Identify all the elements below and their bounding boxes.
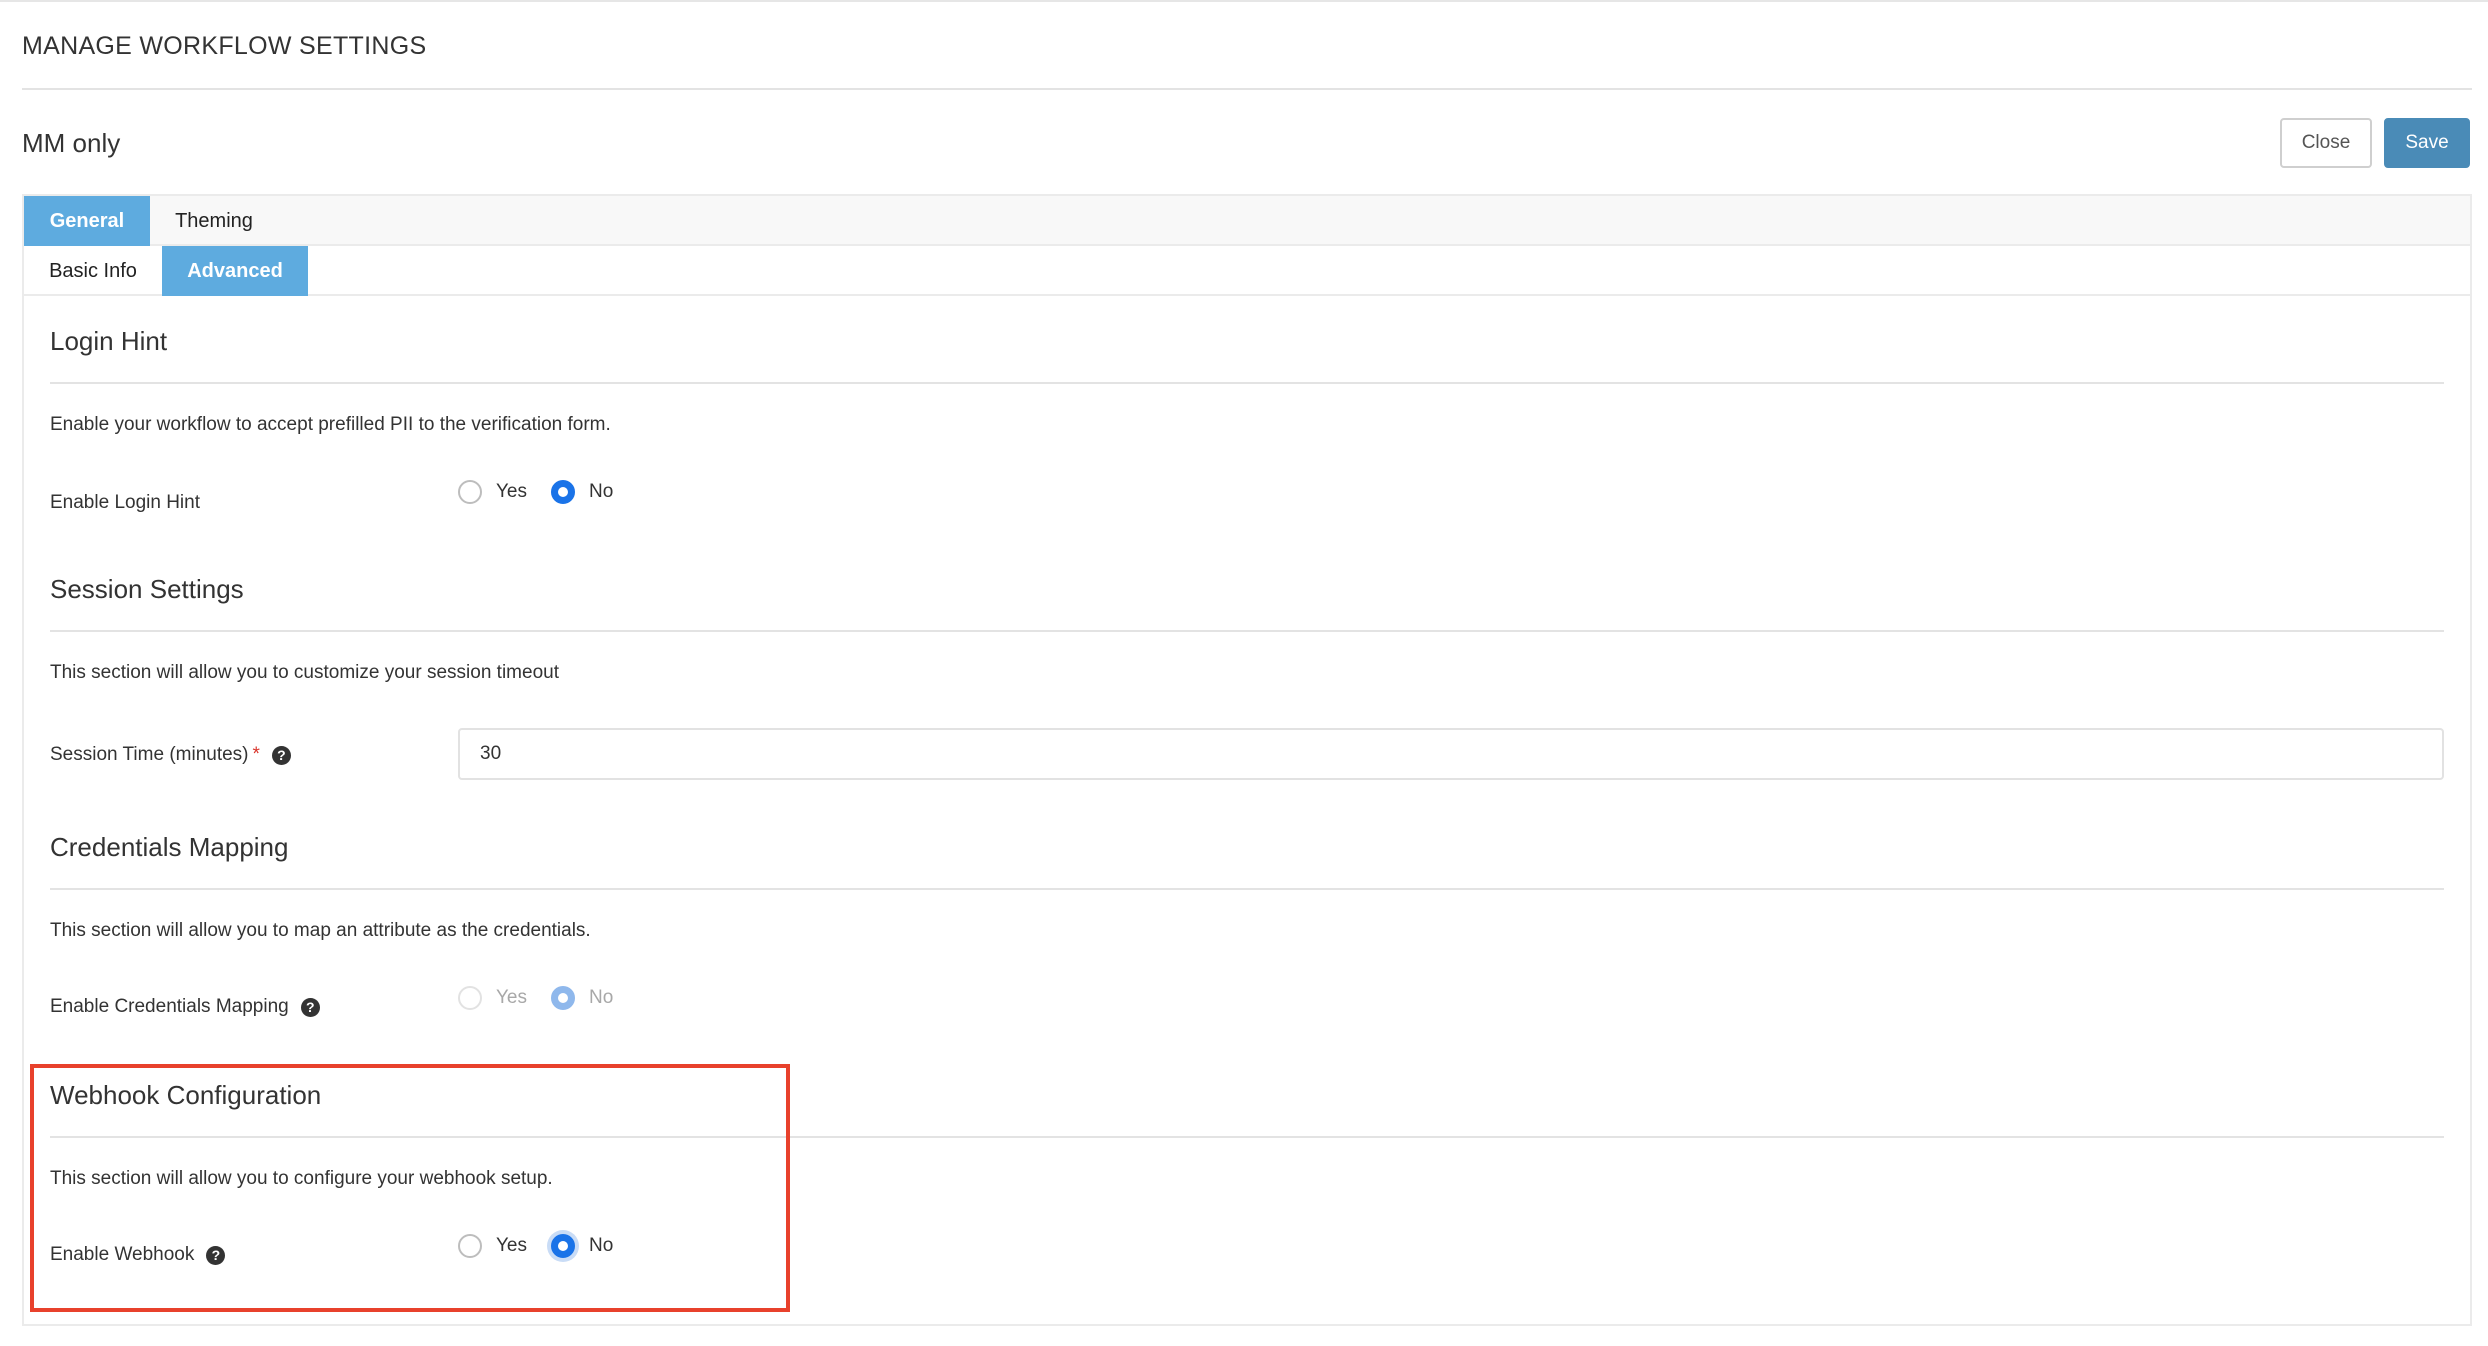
login-hint-yes-option[interactable]: Yes [458,480,527,504]
enable-webhook-label: Enable Webhook ? [50,1244,226,1266]
login-hint-no-label: No [589,481,614,502]
credentials-yes-radio [458,986,482,1010]
webhook-no-label: No [589,1235,614,1256]
session-settings-title: Session Settings [50,574,244,604]
question-circle-icon[interactable]: ? [206,1245,226,1265]
tab-advanced[interactable]: Advanced [162,246,308,296]
tab-general[interactable]: General [24,196,150,246]
enable-webhook-label-text: Enable Webhook [50,1244,195,1265]
webhook-radio-group: Yes No [458,1234,637,1258]
primary-tab-bar: General Theming [24,196,2470,246]
login-hint-title: Login Hint [50,326,168,356]
webhook-no-option[interactable]: No [551,1234,613,1258]
workflow-name: MM only [22,128,121,158]
credentials-yes-option: Yes [458,986,527,1010]
settings-card: General Theming Basic Info Advanced Logi… [22,194,2472,1326]
session-time-label: Session Time (minutes) * ? [50,744,291,766]
credentials-mapping-divider [50,888,2444,890]
login-hint-label: Enable Login Hint [50,492,200,514]
required-star: * [252,744,260,765]
session-time-label-text: Session Time (minutes) [50,744,249,765]
webhook-configuration-description: This section will allow you to configure… [50,1168,553,1189]
credentials-yes-label: Yes [496,987,527,1008]
question-circle-icon[interactable]: ? [271,745,291,765]
webhook-yes-label: Yes [496,1235,527,1256]
credentials-mapping-label: Enable Credentials Mapping ? [50,996,320,1018]
login-hint-radio-group: Yes No [458,480,637,504]
credentials-mapping-label-text: Enable Credentials Mapping [50,996,289,1017]
session-settings-divider [50,630,2444,632]
login-hint-divider [50,382,2444,384]
login-hint-description: Enable your workflow to accept prefilled… [50,414,611,435]
tab-theming[interactable]: Theming [150,196,278,246]
heading-divider [22,88,2472,90]
save-button[interactable]: Save [2384,118,2470,168]
tab-basic-info[interactable]: Basic Info [24,246,162,296]
session-time-input[interactable] [458,728,2444,780]
page-title: MANAGE WORKFLOW SETTINGS [22,32,427,60]
webhook-yes-option[interactable]: Yes [458,1234,527,1258]
login-hint-yes-label: Yes [496,481,527,502]
credentials-mapping-description: This section will allow you to map an at… [50,920,591,941]
session-settings-description: This section will allow you to customize… [50,662,559,683]
webhook-yes-radio[interactable] [458,1234,482,1258]
credentials-no-radio [551,986,575,1010]
question-circle-icon[interactable]: ? [300,997,320,1017]
credentials-no-label: No [589,987,614,1008]
workflow-settings-page: MANAGE WORKFLOW SETTINGS MM only Close S… [0,0,2488,1346]
login-hint-yes-radio[interactable] [458,480,482,504]
credentials-no-option: No [551,986,613,1010]
close-button[interactable]: Close [2280,118,2372,168]
login-hint-no-radio[interactable] [551,480,575,504]
login-hint-no-option[interactable]: No [551,480,613,504]
secondary-tab-bar: Basic Info Advanced [24,246,2470,296]
credentials-mapping-radio-group: Yes No [458,986,637,1010]
webhook-configuration-title: Webhook Configuration [50,1080,322,1110]
login-hint-label-text: Enable Login Hint [50,492,200,513]
webhook-no-radio[interactable] [551,1234,575,1258]
credentials-mapping-title: Credentials Mapping [50,832,289,862]
webhook-configuration-divider [50,1136,2444,1138]
